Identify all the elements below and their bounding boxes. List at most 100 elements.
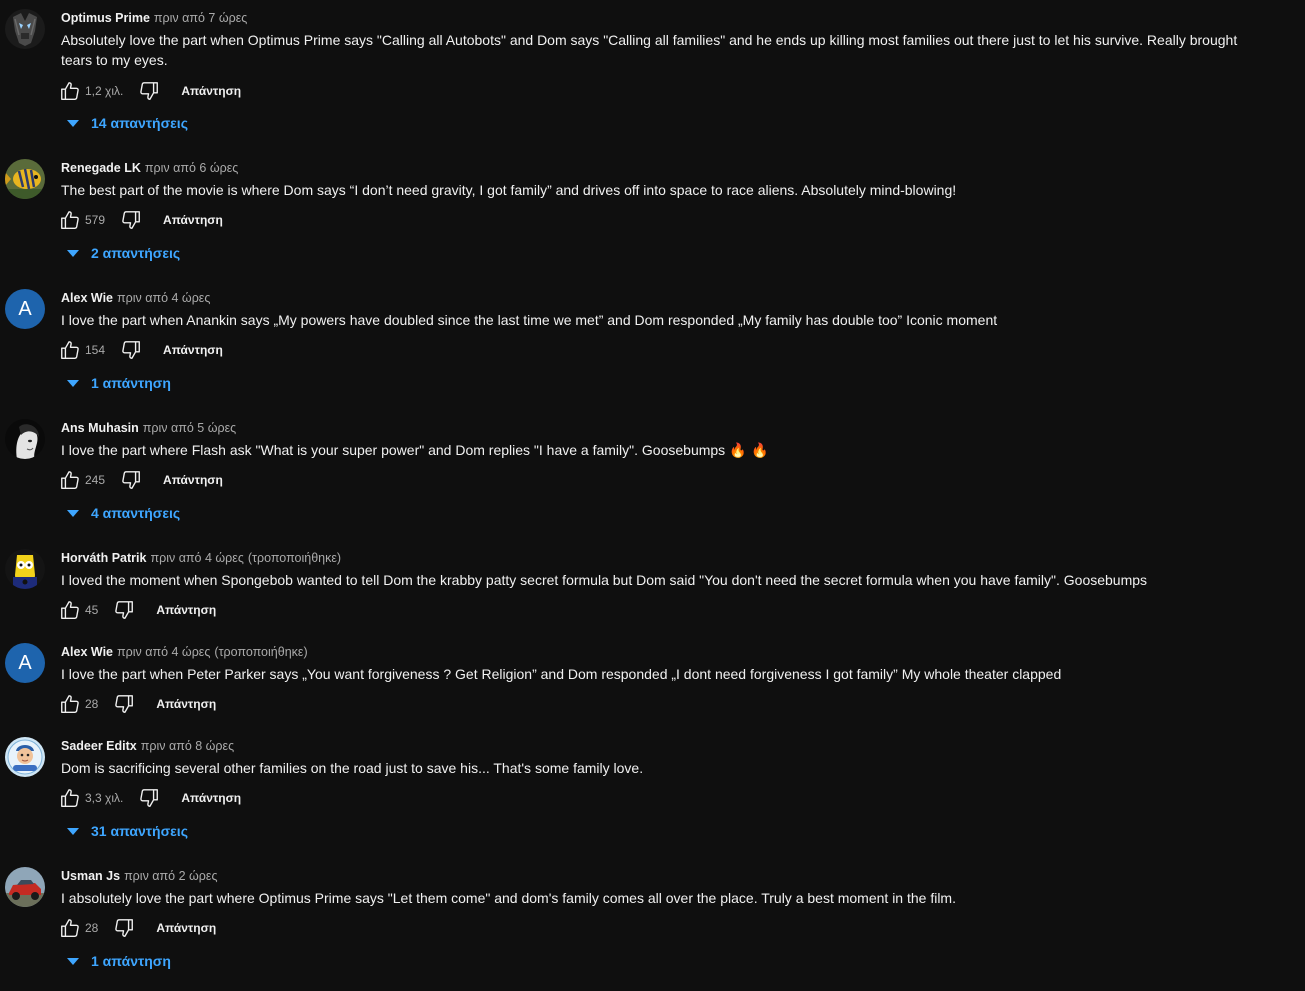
caret-down-icon <box>67 249 79 257</box>
comment-header: Alex Wie πριν από 4 ώρες (τροποποιήθηκε) <box>61 644 308 660</box>
comment-text: I loved the moment when Spongebob wanted… <box>61 572 1148 588</box>
dislike-icon[interactable] <box>137 79 161 103</box>
author-name[interactable]: Alex Wie <box>61 291 113 305</box>
like-count: 45 <box>85 603 99 617</box>
view-replies-button[interactable]: 1 απάντηση <box>64 950 171 972</box>
dislike-icon[interactable] <box>119 208 143 232</box>
fish-avatar[interactable] <box>5 159 45 199</box>
author-name[interactable]: Optimus Prime <box>61 11 150 25</box>
comment-header: Usman Js πριν από 2 ώρες <box>61 868 217 884</box>
cartoon-avatar[interactable] <box>5 549 45 589</box>
dislike-icon[interactable] <box>119 338 143 362</box>
comment-header: Renegade LK πριν από 6 ώρες <box>61 160 238 176</box>
reply-button[interactable]: Απάντηση <box>156 921 216 935</box>
comment-timestamp[interactable]: πριν από 4 ώρες <box>117 645 210 659</box>
comment-header: Sadeer Editx πριν από 8 ώρες <box>61 738 234 754</box>
like-count: 28 <box>85 921 99 935</box>
caret-down-icon <box>67 509 79 517</box>
optimus-prime-avatar[interactable] <box>5 9 45 49</box>
comment-text: The best part of the movie is where Dom … <box>61 182 957 198</box>
comment-toolbar: 579 Απάντηση <box>58 208 223 232</box>
like-icon[interactable] <box>58 598 82 622</box>
fire-emoji: 🔥 🔥 <box>729 443 769 459</box>
reply-button[interactable]: Απάντηση <box>156 697 216 711</box>
letter-avatar[interactable]: A <box>5 643 45 683</box>
like-count: 28 <box>85 697 99 711</box>
comment-toolbar: 45 Απάντηση <box>58 598 216 622</box>
view-replies-button[interactable]: 14 απαντήσεις <box>64 112 188 134</box>
cartoon-character-avatar[interactable] <box>5 737 45 777</box>
comment-toolbar: 28 Απάντηση <box>58 692 216 716</box>
like-icon[interactable] <box>58 916 82 940</box>
comment-text: I love the part where Flash ask "What is… <box>61 440 1251 461</box>
author-name[interactable]: Alex Wie <box>61 645 113 659</box>
edited-label: (τροποποιήθηκε) <box>214 645 308 659</box>
caret-down-icon <box>67 119 79 127</box>
view-replies-button[interactable]: 4 απαντήσεις <box>64 502 180 524</box>
portrait-avatar[interactable] <box>5 419 45 459</box>
like-count: 579 <box>85 213 106 227</box>
author-name[interactable]: Ans Muhasin <box>61 421 139 435</box>
dislike-icon[interactable] <box>112 692 136 716</box>
dislike-icon[interactable] <box>137 786 161 810</box>
view-replies-button[interactable]: 31 απαντήσεις <box>64 820 188 842</box>
comment-text: I absolutely love the part where Optimus… <box>61 890 956 906</box>
reply-button[interactable]: Απάντηση <box>181 84 241 98</box>
comment-text-body: I love the part where Flash ask "What is… <box>61 442 726 458</box>
reply-button[interactable]: Απάντηση <box>163 473 223 487</box>
like-count: 1,2 χιλ. <box>85 84 124 98</box>
comment-timestamp[interactable]: πριν από 8 ώρες <box>141 739 234 753</box>
author-name[interactable]: Usman Js <box>61 869 120 883</box>
like-icon[interactable] <box>58 786 82 810</box>
like-icon[interactable] <box>58 208 82 232</box>
car-avatar[interactable] <box>5 867 45 907</box>
like-count: 154 <box>85 343 106 357</box>
comment-text: I love the part when Anankin says „My po… <box>61 312 998 328</box>
comment-toolbar: 154 Απάντηση <box>58 338 223 362</box>
reply-button[interactable]: Απάντηση <box>156 603 216 617</box>
like-icon[interactable] <box>58 468 82 492</box>
replies-count-label: 4 απαντήσεις <box>91 505 181 521</box>
edited-label: (τροποποιήθηκε) <box>247 551 342 565</box>
author-name[interactable]: Horváth Patrik <box>61 551 146 565</box>
caret-down-icon <box>67 827 79 835</box>
comment-header: Alex Wie πριν από 4 ώρες <box>61 290 210 306</box>
replies-count-label: 1 απάντηση <box>91 375 171 391</box>
author-name[interactable]: Renegade LK <box>61 161 141 175</box>
reply-button[interactable]: Απάντηση <box>163 343 223 357</box>
dislike-icon[interactable] <box>119 468 143 492</box>
comment-toolbar: 3,3 χιλ. Απάντηση <box>58 786 241 810</box>
reply-button[interactable]: Απάντηση <box>181 791 241 805</box>
comment-timestamp[interactable]: πριν από 4 ώρες <box>117 291 210 305</box>
comment-toolbar: 245 Απάντηση <box>58 468 223 492</box>
comment-header: Ans Muhasin πριν από 5 ώρες <box>61 420 236 436</box>
dislike-icon[interactable] <box>112 916 136 940</box>
comment-text: Dom is sacrificing several other familie… <box>61 760 644 776</box>
view-replies-button[interactable]: 2 απαντήσεις <box>64 242 180 264</box>
replies-count-label: 14 απαντήσεις <box>91 115 188 131</box>
view-replies-button[interactable]: 1 απάντηση <box>64 372 171 394</box>
comment-timestamp[interactable]: πριν από 6 ώρες <box>145 161 238 175</box>
comment-header: Optimus Prime πριν από 7 ώρες <box>61 10 247 26</box>
comment-timestamp[interactable]: πριν από 2 ώρες <box>124 869 217 883</box>
author-name[interactable]: Sadeer Editx <box>61 739 137 753</box>
letter-avatar[interactable]: A <box>5 289 45 329</box>
dislike-icon[interactable] <box>112 598 136 622</box>
comment-timestamp[interactable]: πριν από 4 ώρες <box>150 551 243 565</box>
like-count: 245 <box>85 473 106 487</box>
comment-header: Horváth Patrik πριν από 4 ώρες (τροποποιήθ… <box>61 550 341 566</box>
reply-button[interactable]: Απάντηση <box>163 213 223 227</box>
comment-timestamp[interactable]: πριν από 5 ώρες <box>143 421 236 435</box>
caret-down-icon <box>67 957 79 965</box>
caret-down-icon <box>67 379 79 387</box>
like-icon[interactable] <box>58 692 82 716</box>
comment-timestamp[interactable]: πριν από 7 ώρες <box>154 11 247 25</box>
comment-toolbar: 1,2 χιλ. Απάντηση <box>58 79 241 103</box>
like-icon[interactable] <box>58 79 82 103</box>
like-count: 3,3 χιλ. <box>85 791 124 805</box>
like-icon[interactable] <box>58 338 82 362</box>
comment-text: I love the part when Peter Parker says „… <box>61 666 1062 682</box>
comment-toolbar: 28 Απάντηση <box>58 916 216 940</box>
comment-text: Absolutely love the part when Optimus Pr… <box>61 32 1238 68</box>
replies-count-label: 2 απαντήσεις <box>91 245 181 261</box>
